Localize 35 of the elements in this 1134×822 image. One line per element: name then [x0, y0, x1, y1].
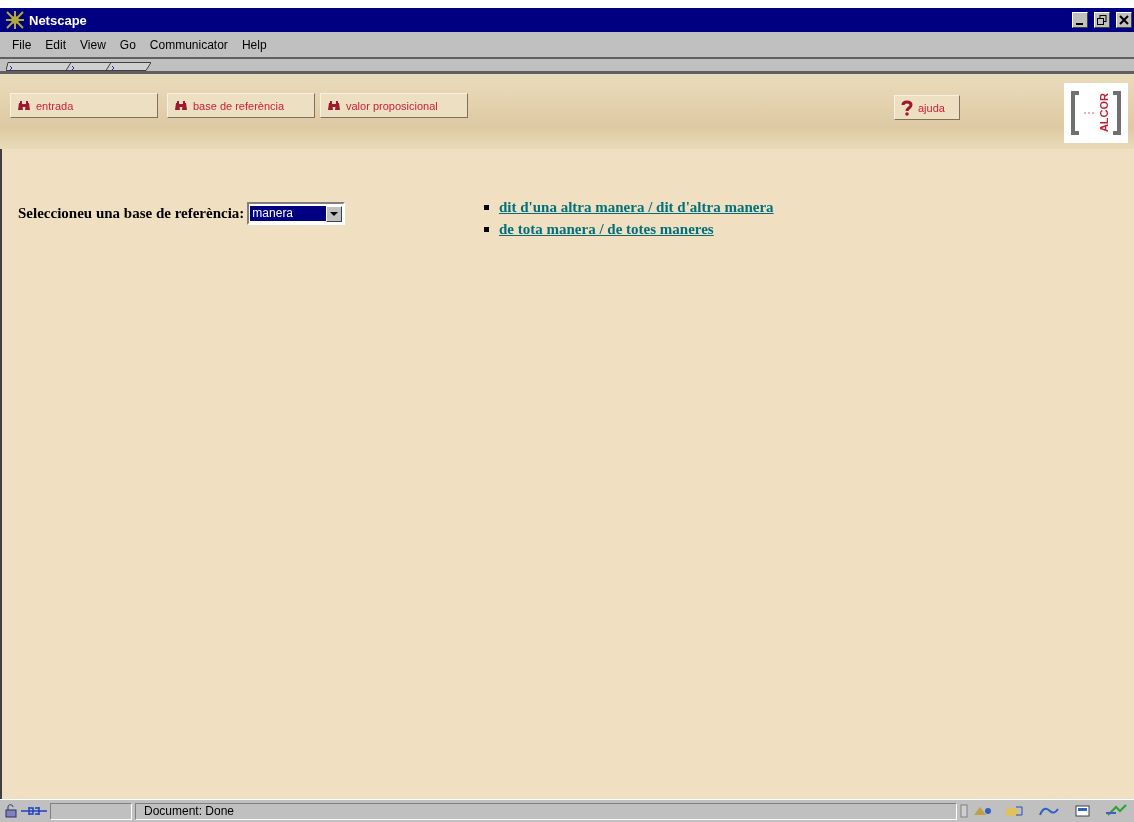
menu-item[interactable]: Go: [113, 35, 142, 54]
dropdown-arrow-icon: [330, 211, 339, 216]
bullet-icon: [484, 205, 489, 210]
binoculars-icon: [17, 100, 31, 111]
close-button[interactable]: [1116, 12, 1132, 28]
minimize-icon: [1075, 23, 1083, 25]
logo[interactable]: ALCOR: [1064, 83, 1128, 143]
nav-button[interactable]: base de referència: [167, 93, 315, 118]
nav-button[interactable]: entrada: [10, 93, 158, 118]
toolbar-tabs-drawing[interactable]: [6, 62, 151, 71]
connection-plug-icon: [21, 805, 47, 817]
binoculars-icon: [174, 100, 188, 111]
window-title: Netscape: [29, 12, 88, 28]
menu-item[interactable]: Help: [235, 35, 273, 54]
binoculars-icon: [327, 100, 341, 111]
nav-button[interactable]: ajuda: [894, 95, 960, 120]
menu-item[interactable]: File: [6, 35, 38, 54]
close-icon: [1119, 15, 1129, 25]
question-mark-icon: [901, 99, 913, 116]
component-bar-drawing[interactable]: [960, 803, 1130, 819]
reference-base-dropdown[interactable]: manera: [247, 202, 346, 225]
restore-icon: [1097, 15, 1107, 25]
result-link[interactable]: de tota manera / de totes maneres: [499, 221, 714, 238]
result-link[interactable]: dit d'una altra manera / dit d'altra manera: [499, 199, 774, 216]
security-lock-icon[interactable]: [4, 804, 18, 818]
select-label: Seleccioneu una base de referència:: [18, 205, 245, 222]
menu-item[interactable]: Communicator: [143, 35, 234, 54]
menu-item[interactable]: View: [74, 35, 112, 54]
nav-button[interactable]: valor proposicional: [320, 93, 468, 118]
status-text: Document: Done: [135, 802, 957, 820]
menu-item[interactable]: Edit: [39, 35, 73, 54]
app-icon: [6, 11, 24, 29]
restore-button[interactable]: [1094, 12, 1110, 28]
bullet-icon: [484, 227, 489, 232]
minimize-button[interactable]: [1072, 12, 1088, 28]
